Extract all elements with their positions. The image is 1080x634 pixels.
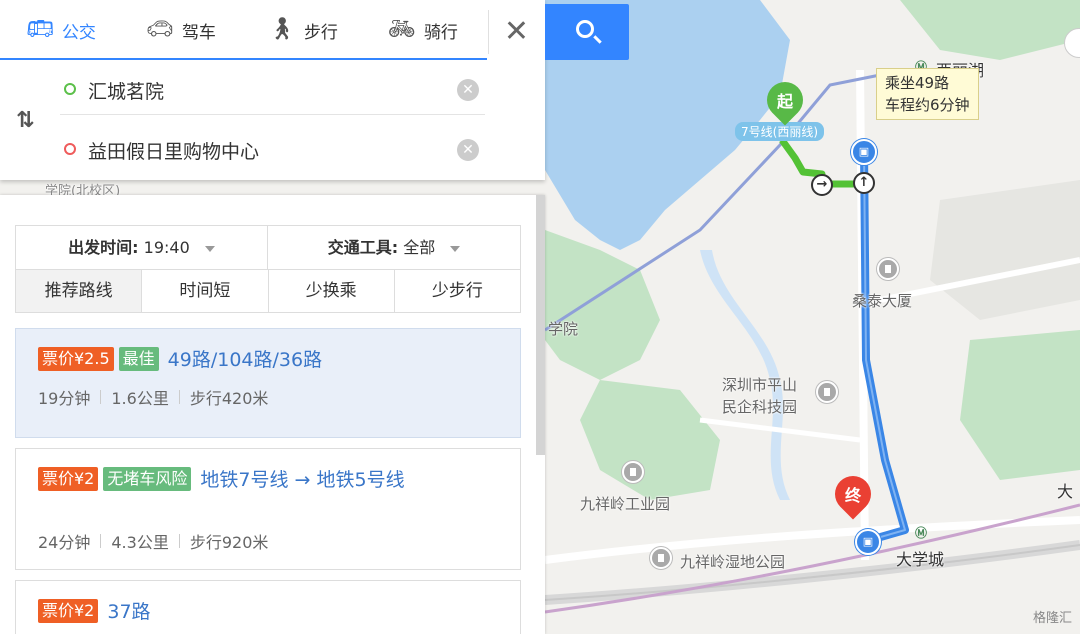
park-poi-icon[interactable] xyxy=(650,547,672,569)
bus-stop-icon[interactable]: ▣ xyxy=(851,139,877,165)
route-meta: 19分钟 1.6公里 步行420米 xyxy=(38,385,268,409)
map-label-university-town: 大学城 xyxy=(896,550,945,569)
depart-time-select[interactable]: 出发时间: 19:40 xyxy=(16,226,268,270)
fare-badge: 票价¥2 xyxy=(38,466,99,491)
close-icon[interactable]: ✕ xyxy=(488,10,544,54)
route-badges: 票价¥2 37路 xyxy=(38,597,151,624)
search-icon xyxy=(576,20,594,38)
best-badge: 最佳 xyxy=(118,346,159,371)
chevron-down-icon xyxy=(450,245,461,252)
fare-badge: 票价¥2.5 xyxy=(38,346,114,371)
route-duration: 19分钟 xyxy=(38,389,91,408)
route-badges: 票价¥2.5 最佳 49路/104路/36路 xyxy=(38,345,322,372)
metro-station-university-icon: Ⓜ xyxy=(915,526,928,540)
end-pin-label: 终 xyxy=(844,486,861,505)
route-name[interactable]: 37路 xyxy=(107,597,150,624)
map-label-jiuxiangling-industrial: 九祥岭工业园 xyxy=(580,495,671,513)
watermark: 格隆汇 xyxy=(1032,611,1072,626)
panel-scrollbar[interactable] xyxy=(536,195,545,455)
industrial-poi-icon[interactable] xyxy=(622,461,644,483)
sort-tab-recommended[interactable]: 推荐路线 xyxy=(16,270,142,312)
fare-badge: 票价¥2 xyxy=(38,598,99,623)
sort-tab-shortest-time[interactable]: 时间短 xyxy=(141,270,267,312)
tooltip-line-2: 车程约6分钟 xyxy=(885,96,970,114)
tooltip-line-1: 乘坐49路 xyxy=(885,74,950,92)
tab-drive-label: 驾车 xyxy=(181,22,216,43)
car-icon: 🚗︎ xyxy=(146,17,174,42)
destination-dot-icon xyxy=(64,143,76,155)
tab-bus-label: 公交 xyxy=(61,22,96,43)
sort-tab-fewest-transfers[interactable]: 少换乘 xyxy=(267,270,394,312)
industrial-park-poi-icon[interactable] xyxy=(816,381,838,403)
start-pin-label: 起 xyxy=(776,92,793,111)
route-duration: 24分钟 xyxy=(38,533,91,552)
tab-walk-label: 步行 xyxy=(303,22,338,43)
sort-tab-least-walking[interactable]: 少步行 xyxy=(393,270,520,312)
meta-divider xyxy=(178,390,180,404)
tab-drive[interactable]: 🚗︎ 驾车 xyxy=(146,14,216,46)
map-label-sangtai: 桑泰大厦 xyxy=(852,292,913,310)
route-distance: 1.6公里 xyxy=(111,389,169,408)
filter-row: 出发时间: 19:40 交通工具: 全部 xyxy=(16,226,520,270)
swap-endpoints-icon[interactable]: ⇅ xyxy=(16,108,35,133)
transport-label: 交通工具: xyxy=(327,238,399,257)
bus-icon: 🚌︎ xyxy=(26,17,54,42)
map-label-da: 大 xyxy=(1057,482,1074,501)
tab-underline xyxy=(0,58,487,60)
chevron-down-icon xyxy=(204,245,215,252)
route-meta: 24分钟 4.3公里 步行920米 xyxy=(38,529,268,553)
depart-time-label: 出发时间: xyxy=(68,238,139,257)
bike-icon: 🚲︎ xyxy=(388,17,416,42)
clear-destination-icon[interactable]: ✕ xyxy=(457,139,479,161)
map-label-jiuxiangling-park: 九祥岭湿地公园 xyxy=(680,553,786,571)
origin-dot-icon xyxy=(64,83,76,95)
map-label-pingshan-1: 深圳市平山 xyxy=(722,376,798,394)
tab-bike-label: 骑行 xyxy=(423,22,458,43)
bus-stop-end-icon[interactable]: ▣ xyxy=(855,529,881,555)
route-walk-distance: 步行920米 xyxy=(189,533,269,552)
origin-field[interactable]: 汇城茗院 ✕ xyxy=(60,65,485,115)
tab-walk[interactable]: 🚶︎ 步行 xyxy=(268,14,338,46)
arrow-up-icon: ↑ xyxy=(853,172,875,194)
destination-field[interactable]: 益田假日里购物中心 ✕ xyxy=(60,125,485,175)
route-name[interactable]: 49路/104路/36路 xyxy=(168,345,322,372)
start-marker[interactable]: 起 xyxy=(759,74,811,126)
route-distance: 4.3公里 xyxy=(111,533,169,552)
route-filter: 出发时间: 19:40 交通工具: 全部 推荐路线 时间短 少换乘 少步行 xyxy=(15,225,521,313)
meta-divider xyxy=(100,390,102,404)
depart-time-value: 19:40 xyxy=(143,238,190,257)
arrow-right-icon: → xyxy=(811,174,833,196)
search-button[interactable] xyxy=(545,4,629,60)
origin-value: 汇城茗院 xyxy=(88,81,165,103)
map-label-pingshan-2: 民企科技园 xyxy=(722,398,798,416)
walk-icon: 🚶︎ xyxy=(268,17,296,42)
route-results-panel: 出发时间: 19:40 交通工具: 全部 推荐路线 时间短 少换乘 少步行 票价… xyxy=(0,195,545,634)
route-segment-tooltip: 乘坐49路 车程约6分钟 xyxy=(876,68,979,120)
route-walk-distance: 步行420米 xyxy=(189,389,269,408)
route-name[interactable]: 地铁7号线 → 地铁5号线 xyxy=(200,465,404,492)
tab-bike[interactable]: 🚲︎ 骑行 xyxy=(388,14,458,46)
clear-origin-icon[interactable]: ✕ xyxy=(457,79,479,101)
sort-tabs: 推荐路线 时间短 少换乘 少步行 xyxy=(16,270,520,312)
destination-value: 益田假日里购物中心 xyxy=(88,141,260,163)
route-badges: 票价¥2 无堵车风险 地铁7号线 → 地铁5号线 xyxy=(38,465,405,492)
map-label-xueyuan: 学院 xyxy=(548,320,579,338)
meta-divider xyxy=(178,534,180,548)
route-option[interactable]: 票价¥2.5 最佳 49路/104路/36路 19分钟 1.6公里 步行420米 xyxy=(15,328,521,438)
route-option[interactable]: 票价¥2 无堵车风险 地铁7号线 → 地铁5号线 24分钟 4.3公里 步行92… xyxy=(15,448,521,570)
end-marker[interactable]: 终 xyxy=(827,468,879,520)
tab-bus[interactable]: 🚌︎ 公交 xyxy=(26,14,96,46)
transport-value: 全部 xyxy=(403,238,436,257)
meta-divider xyxy=(100,534,102,548)
building-poi-icon[interactable] xyxy=(877,258,899,280)
route-option[interactable]: 票价¥2 37路 xyxy=(15,580,521,634)
route-search-box: 🚌︎ 公交 🚗︎ 驾车 🚶︎ 步行 🚲︎ 骑行 ✕ ⇅ 汇城茗院 ✕ 益田假日里… xyxy=(0,0,545,180)
travel-mode-tabs: 🚌︎ 公交 🚗︎ 驾车 🚶︎ 步行 🚲︎ 骑行 xyxy=(0,0,545,60)
transport-select[interactable]: 交通工具: 全部 xyxy=(268,226,520,270)
no-traffic-badge: 无堵车风险 xyxy=(103,466,192,491)
